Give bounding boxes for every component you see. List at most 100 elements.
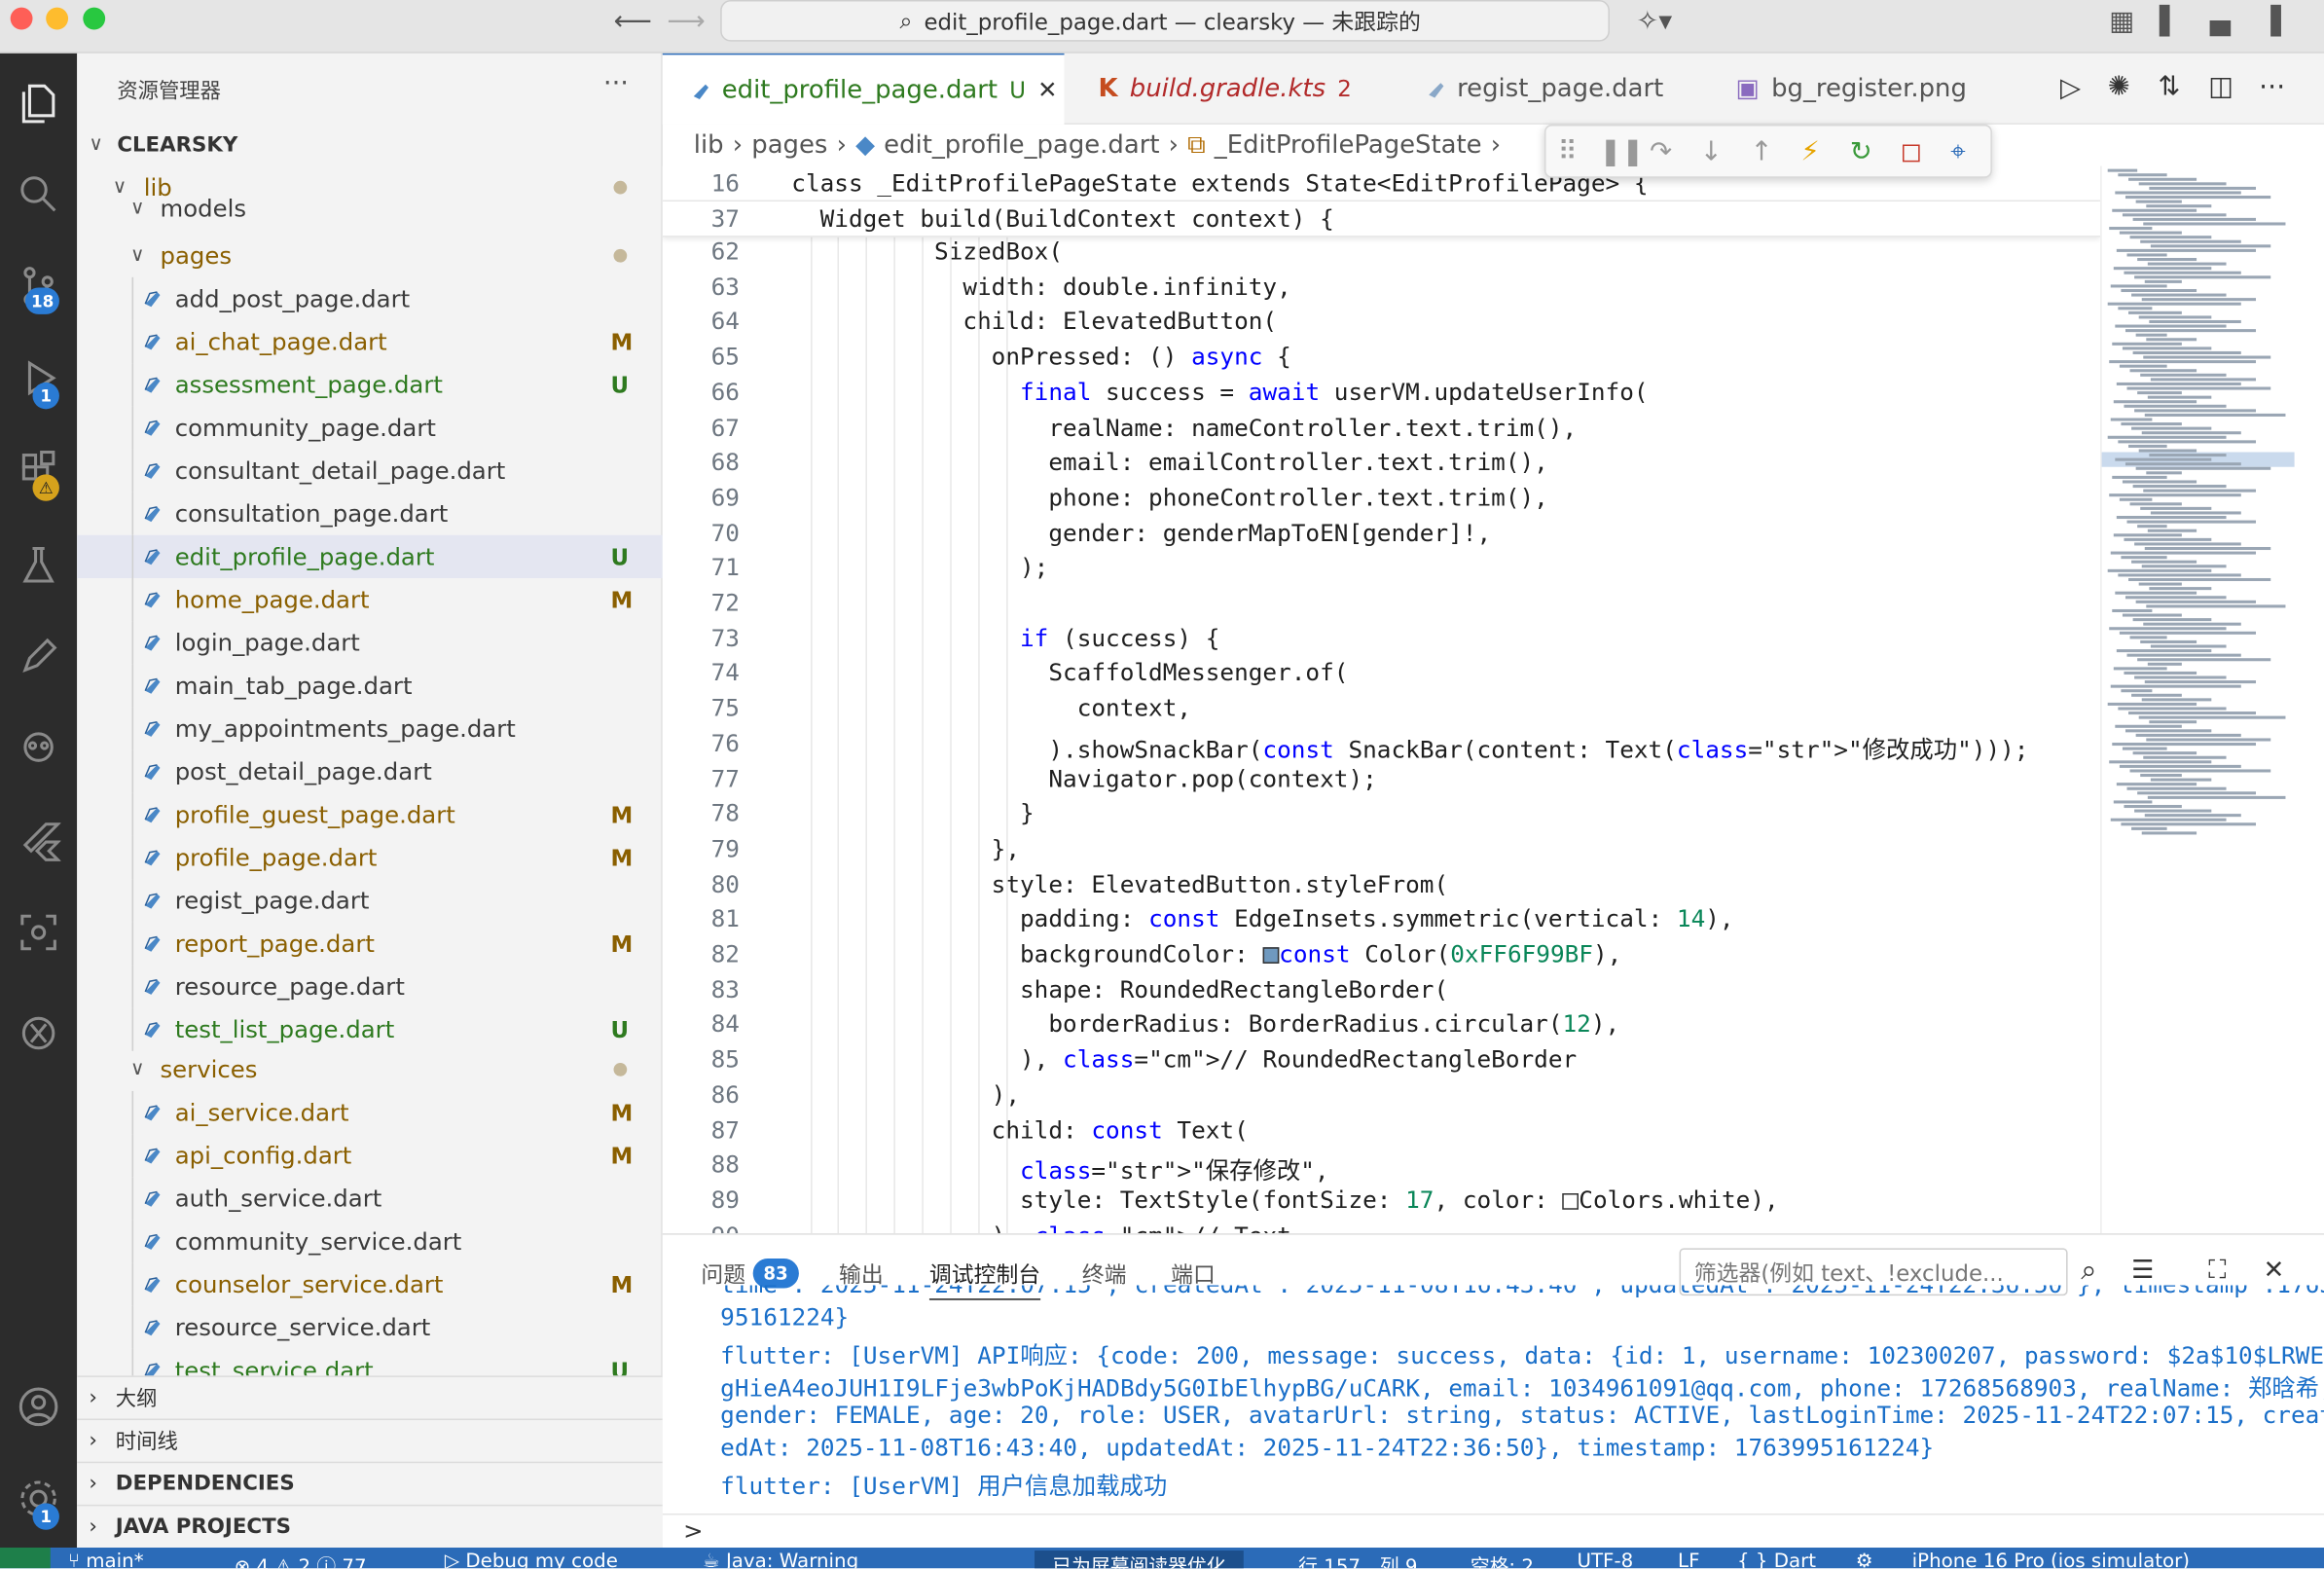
debug-console-output[interactable]: time":"2025-11-24T22:07:15","createdAt":…: [663, 1285, 2324, 1510]
screen-reader-indicator[interactable]: 已为屏幕阅读器优化: [1035, 1551, 1244, 1569]
inspect-widget-icon[interactable]: ⌖: [1950, 136, 1965, 167]
clear-console-icon[interactable]: ☰: [2131, 1256, 2154, 1285]
file-item[interactable]: regist_page.dart: [77, 879, 663, 923]
close-window-button[interactable]: [10, 7, 33, 30]
testing-flask-icon[interactable]: [0, 530, 77, 599]
step-out-icon[interactable]: ↑: [1751, 136, 1773, 167]
flutter-icon[interactable]: [0, 807, 77, 875]
stop-icon[interactable]: ◻: [1900, 136, 1922, 167]
file-item[interactable]: post_detail_page.dart: [77, 749, 663, 793]
file-item[interactable]: report_page.dart M: [77, 922, 663, 966]
minimap-line: [2147, 662, 2182, 666]
file-item[interactable]: counselor_service.dart M: [77, 1262, 663, 1306]
pause-icon[interactable]: ❚❚: [1599, 136, 1644, 167]
compare-changes-icon[interactable]: ⇅: [2158, 71, 2180, 102]
back-arrow-icon[interactable]: ⟵: [614, 6, 652, 37]
restart-icon[interactable]: ↻: [1850, 136, 1872, 167]
file-item[interactable]: home_page.dart M: [77, 577, 663, 622]
explorer-icon[interactable]: [0, 68, 77, 136]
file-item[interactable]: my_appointments_page.dart: [77, 707, 663, 750]
split-editor-icon[interactable]: ◫: [2208, 71, 2233, 102]
maximize-panel-icon[interactable]: ⛶: [2208, 1256, 2226, 1285]
drag-handle-icon[interactable]: ⠿: [1558, 136, 1578, 167]
breadcrumb-pages[interactable]: pages: [751, 130, 827, 160]
branch-indicator[interactable]: ⑂ main*: [68, 1551, 144, 1568]
indentation[interactable]: 空格: 2: [1471, 1551, 1534, 1568]
file-item[interactable]: main_tab_page.dart: [77, 664, 663, 708]
tab-bg-register[interactable]: ▣ bg_register.png: [1709, 54, 2006, 125]
tab-regist-page[interactable]: regist_page.dart: [1398, 54, 1694, 125]
minimap[interactable]: [2100, 165, 2324, 1234]
minimize-window-button[interactable]: [46, 7, 69, 30]
file-item[interactable]: api_config.dart M: [77, 1134, 663, 1178]
search-icon[interactable]: ⌕: [2081, 1254, 2096, 1287]
file-item[interactable]: resource_service.dart: [77, 1305, 663, 1349]
hot-reload-icon[interactable]: ⚡: [1800, 136, 1819, 167]
problems-indicator[interactable]: ⊗ 4 ⚠ 2 ⓘ 77: [235, 1551, 367, 1568]
close-panel-icon[interactable]: ✕: [2264, 1256, 2285, 1285]
folder-services[interactable]: ∨ services: [77, 1048, 663, 1091]
scan-icon[interactable]: [0, 898, 77, 967]
file-item[interactable]: ai_service.dart M: [77, 1090, 663, 1135]
copilot-status-icon[interactable]: ⚙: [1856, 1551, 1873, 1568]
breadcrumb-class[interactable]: _EditProfilePageState: [1215, 130, 1482, 160]
file-item[interactable]: consultation_page.dart: [77, 492, 663, 535]
line-ending[interactable]: LF: [1678, 1551, 1699, 1568]
section-timeline[interactable]: › 时间线: [77, 1418, 663, 1461]
tab-build-gradle[interactable]: K build.gradle.kts 2: [1071, 54, 1383, 125]
section-java-projects[interactable]: › JAVA PROJECTS: [77, 1504, 663, 1547]
step-into-icon[interactable]: ↓: [1700, 136, 1723, 167]
file-item[interactable]: consultant_detail_page.dart: [77, 449, 663, 493]
customize-layout-icon[interactable]: ▦: [2109, 6, 2134, 37]
code-editor[interactable]: 62 SizedBox(63 width: double.infinity, 64…: [662, 165, 2101, 1234]
sticky-scroll-line[interactable]: 37 Widget build(BuildContext context) {: [662, 201, 2101, 237]
file-item[interactable]: resource_page.dart: [77, 965, 663, 1008]
more-actions-icon[interactable]: ···: [603, 68, 629, 99]
file-item[interactable]: community_page.dart: [77, 406, 663, 450]
pen-edit-icon[interactable]: [0, 623, 77, 691]
file-item[interactable]: profile_guest_page.dart M: [77, 792, 663, 836]
step-over-icon[interactable]: ↷: [1650, 136, 1672, 167]
dart-file-icon: [144, 1190, 161, 1207]
section-dependencies[interactable]: › DEPENDENCIES: [77, 1461, 663, 1504]
more-actions-icon[interactable]: ⋯: [2259, 71, 2285, 102]
close-tab-icon[interactable]: ✕: [1037, 76, 1057, 104]
file-item[interactable]: assessment_page.dart U: [77, 363, 663, 407]
console-input[interactable]: >: [662, 1513, 2324, 1550]
toggle-secondary-sidebar-icon[interactable]: ▐: [2261, 6, 2281, 37]
java-indicator[interactable]: ☕ Java: Warning: [703, 1551, 858, 1568]
encoding[interactable]: UTF-8: [1577, 1551, 1633, 1568]
file-item[interactable]: login_page.dart: [77, 621, 663, 665]
toggle-sidebar-icon[interactable]: ▌: [2160, 6, 2180, 37]
breadcrumb-lib[interactable]: lib: [694, 130, 724, 160]
file-item[interactable]: test_list_page.dart U: [77, 1007, 663, 1051]
remote-indicator[interactable]: [0, 1548, 51, 1569]
breadcrumb-file[interactable]: edit_profile_page.dart: [884, 130, 1159, 160]
cursor-position[interactable]: 行 157，列 9: [1298, 1551, 1417, 1568]
chatgpt-icon[interactable]: ✺: [2108, 71, 2130, 102]
language-mode[interactable]: { } Dart: [1737, 1551, 1816, 1568]
account-icon[interactable]: [0, 1372, 77, 1441]
command-center-search[interactable]: ⌕ edit_profile_page.dart — clearsky — 未跟…: [720, 0, 1610, 42]
folder-pages[interactable]: ∨ pages: [77, 235, 663, 277]
file-item[interactable]: community_service.dart: [77, 1220, 663, 1263]
workspace-root[interactable]: ∨ CLEARSKY: [77, 123, 663, 165]
remote-explorer-icon[interactable]: [0, 714, 77, 783]
chatgpt-icon[interactable]: [0, 1000, 77, 1068]
debug-indicator[interactable]: ▷ Debug my code: [445, 1551, 618, 1568]
toggle-panel-icon[interactable]: ▄: [2210, 6, 2231, 37]
file-item[interactable]: edit_profile_page.dart U: [77, 534, 663, 578]
folder-models[interactable]: ∨ models: [77, 193, 663, 222]
file-item[interactable]: auth_service.dart: [77, 1177, 663, 1221]
forward-arrow-icon[interactable]: ⟶: [667, 6, 705, 37]
run-file-icon[interactable]: ▷: [2060, 73, 2081, 104]
file-item[interactable]: profile_page.dart M: [77, 835, 663, 880]
device-selector[interactable]: iPhone 16 Pro (ios simulator): [1912, 1551, 2190, 1568]
copilot-icon[interactable]: ✧▾: [1636, 6, 1672, 37]
file-item[interactable]: add_post_page.dart: [77, 276, 663, 320]
search-icon[interactable]: [0, 160, 77, 228]
tab-edit-profile-page[interactable]: edit_profile_page.dart U ✕: [662, 53, 1065, 125]
maximize-window-button[interactable]: [83, 7, 106, 30]
section-outline[interactable]: › 大纲: [77, 1375, 663, 1417]
file-item[interactable]: ai_chat_page.dart M: [77, 319, 663, 364]
